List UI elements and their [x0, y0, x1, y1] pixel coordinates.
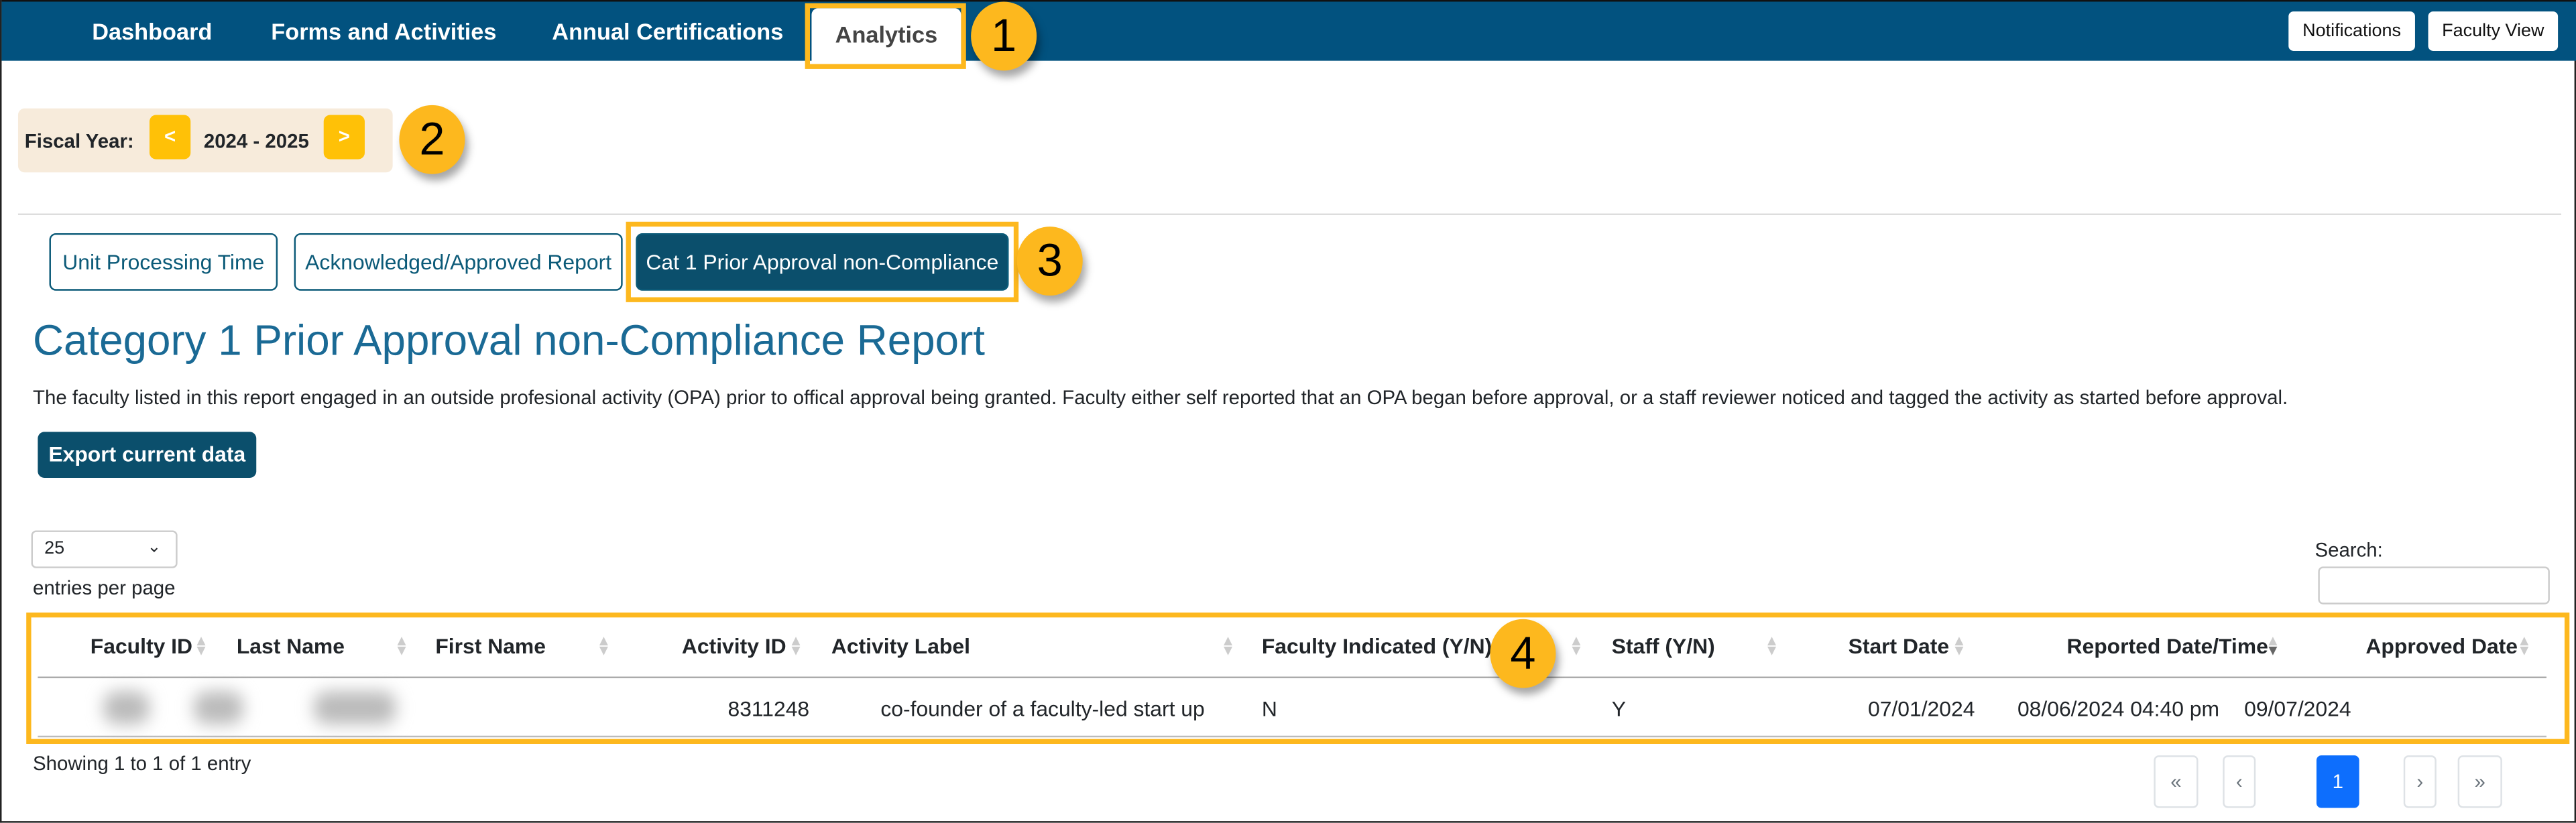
sort-icon[interactable]: ▲ ▼	[394, 633, 409, 658]
first-page-button[interactable]: «	[2154, 755, 2199, 808]
nav-forms-and-activities[interactable]: Forms and Activities	[271, 18, 496, 44]
sort-icon[interactable]: ▲ ▼	[1765, 633, 1779, 658]
cell-approved: 09/07/2024	[2244, 696, 2351, 721]
redacted-last-name	[194, 691, 243, 724]
callout-1: 1	[971, 1, 1037, 71]
nav-dashboard[interactable]: Dashboard	[92, 18, 212, 44]
callout-4: 4	[1490, 619, 1556, 688]
sort-icon[interactable]: ▲ ▼	[788, 633, 803, 658]
col-approved-date[interactable]: Approved Date	[2365, 634, 2518, 659]
next-page-button[interactable]: ›	[2403, 755, 2437, 808]
sort-icon[interactable]: ▲ ▼	[1221, 633, 1236, 658]
export-data-button[interactable]: Export current data	[38, 432, 257, 479]
redacted-faculty-id	[103, 691, 150, 724]
tab-unit-processing-time[interactable]: Unit Processing Time	[49, 233, 278, 291]
col-activity-label[interactable]: Activity Label	[831, 634, 970, 659]
highlight-box-3	[626, 221, 1019, 302]
page-size-label: entries per page	[33, 576, 176, 600]
divider	[17, 213, 2562, 215]
page-size-value: 25	[44, 538, 65, 559]
search-label: Search:	[2315, 538, 2383, 562]
page-1-button[interactable]: 1	[2316, 755, 2359, 808]
table-header-border	[38, 676, 2546, 678]
search-input[interactable]	[2318, 566, 2550, 605]
prev-year-button[interactable]: <	[149, 115, 191, 160]
cell-activity-label: co-founder of a faculty-led start up	[880, 696, 1205, 721]
fiscal-year-label: Fiscal Year:	[24, 129, 134, 153]
col-faculty-indicated[interactable]: Faculty Indicated (Y/N)	[1262, 634, 1492, 659]
table-row-border	[38, 735, 2546, 738]
table-info: Showing 1 to 1 of 1 entry	[33, 752, 251, 775]
sort-icon[interactable]: ▲ ▼	[2517, 633, 2532, 658]
sort-desc-icon[interactable]: ▲ ▼	[2266, 633, 2280, 658]
chevron-down-icon: ⌄	[147, 538, 162, 557]
page-title: Category 1 Prior Approval non-Compliance…	[33, 315, 985, 365]
last-page-button[interactable]: »	[2457, 755, 2502, 808]
col-activity-id[interactable]: Activity ID	[682, 634, 786, 659]
col-faculty-id[interactable]: Faculty ID	[91, 634, 192, 659]
next-year-button[interactable]: >	[323, 115, 365, 160]
sort-icon[interactable]: ▲ ▼	[194, 633, 209, 658]
col-first-name[interactable]: First Name	[435, 634, 546, 659]
cell-reported: 08/06/2024 04:40 pm	[2017, 696, 2220, 721]
highlight-box-1	[805, 3, 966, 69]
prev-page-button[interactable]: ‹	[2223, 755, 2256, 808]
redacted-first-name	[314, 691, 396, 724]
sort-icon[interactable]: ▲ ▼	[596, 633, 611, 658]
notifications-button[interactable]: Notifications	[2288, 11, 2415, 51]
col-reported-date-time[interactable]: Reported Date/Time	[2066, 634, 2268, 659]
sort-icon[interactable]: ▲ ▼	[1569, 633, 1584, 658]
tab-acknowledged-approved-report[interactable]: Acknowledged/Approved Report	[294, 233, 623, 291]
callout-2: 2	[399, 105, 465, 174]
col-start-date[interactable]: Start Date	[1849, 634, 1950, 659]
col-staff[interactable]: Staff (Y/N)	[1612, 634, 1715, 659]
report-description: The faculty listed in this report engage…	[33, 385, 2288, 409]
cell-start-date: 07/01/2024	[1867, 696, 1975, 721]
cell-activity-id: 8311248	[727, 696, 810, 721]
callout-3: 3	[1016, 227, 1083, 296]
sort-icon[interactable]: ▲ ▼	[1952, 633, 1967, 658]
cell-faculty-indicated: N	[1261, 696, 1277, 721]
page-size-select[interactable]: 25 ⌄	[31, 530, 178, 568]
app-window: Dashboard Forms and Activities Annual Ce…	[0, 0, 2576, 823]
col-last-name[interactable]: Last Name	[237, 634, 345, 659]
cell-staff: Y	[1611, 696, 1626, 721]
nav-annual-certifications[interactable]: Annual Certifications	[552, 18, 783, 44]
faculty-view-button[interactable]: Faculty View	[2428, 11, 2559, 51]
fiscal-year-value: 2024 - 2025	[203, 129, 309, 153]
